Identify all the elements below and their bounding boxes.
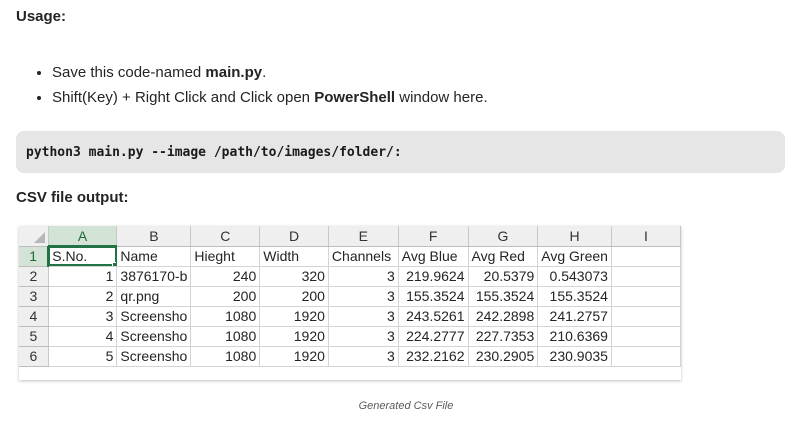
column-header-a: A — [48, 226, 118, 247]
cell: 320 — [259, 266, 329, 287]
cell: 241.2757 — [537, 306, 612, 327]
cell: Avg Green — [537, 246, 612, 267]
cell: qr.png — [116, 286, 192, 307]
cell: 200 — [259, 286, 329, 307]
step-text: Save this code-named — [52, 64, 206, 81]
cell: 0.543073 — [537, 266, 612, 287]
cell: 242.2898 — [468, 306, 539, 327]
cell: 230.2905 — [468, 346, 539, 367]
row-header: 1 — [19, 246, 50, 267]
spreadsheet-grid: A B C D E F G H I 1 S.No. Name Hieght Wi… — [19, 226, 682, 367]
cell: 3 — [48, 306, 118, 327]
cell: 3 — [328, 326, 399, 347]
row-header: 5 — [19, 326, 49, 347]
cell: Channels — [328, 246, 399, 267]
step-text: Shift(Key) + Right Click and Click open — [52, 89, 315, 106]
cell: Name — [116, 246, 192, 267]
column-header-i: I — [611, 226, 682, 247]
cell: 1080 — [190, 326, 261, 347]
cell: 3 — [328, 346, 399, 367]
code-block[interactable]: python3 main.py --image /path/to/images/… — [16, 131, 785, 173]
cell — [611, 286, 682, 307]
csv-heading: CSV file output: — [16, 189, 129, 206]
cell: 3 — [328, 266, 399, 287]
cell: 3 — [328, 306, 399, 327]
step-text: window here. — [395, 89, 488, 106]
cell: 3876170-b — [116, 266, 192, 287]
row-header: 3 — [19, 286, 49, 307]
column-header-f: F — [398, 226, 469, 247]
cell: Screensho — [116, 346, 192, 367]
select-all-corner — [19, 226, 49, 247]
cell: 155.3524 — [398, 286, 469, 307]
table-row: 3 2 qr.png 200 200 3 155.3524 155.3524 1… — [19, 286, 682, 307]
code-command[interactable]: python3 main.py --image /path/to/images/… — [26, 145, 402, 160]
cell: 5 — [48, 346, 118, 367]
step-bold-text: PowerShell — [314, 89, 396, 106]
cell: 232.2162 — [398, 346, 469, 367]
cell: 20.5379 — [468, 266, 539, 287]
cell: 224.2777 — [398, 326, 469, 347]
cell: 243.5261 — [398, 306, 469, 327]
cell: Width — [259, 246, 329, 267]
row-header: 2 — [19, 266, 49, 287]
cell: Screensho — [116, 326, 192, 347]
column-header-g: G — [468, 226, 539, 247]
table-row: 6 5 Screensho 1080 1920 3 232.2162 230.2… — [19, 346, 682, 367]
cell — [611, 346, 682, 367]
cell: 2 — [48, 286, 118, 307]
cell: 1920 — [259, 306, 329, 327]
step-bold-text: main.py — [205, 64, 263, 81]
row-header: 4 — [19, 306, 49, 327]
cell — [611, 246, 682, 267]
cell: 200 — [190, 286, 261, 307]
cell: 155.3524 — [468, 286, 539, 307]
list-item: Save this code-named main.py. — [52, 60, 488, 85]
row-header: 6 — [19, 346, 49, 367]
cell: Avg Red — [468, 246, 539, 267]
list-item: Shift(Key) + Right Click and Click open … — [52, 85, 488, 110]
usage-heading: Usage: — [16, 8, 67, 25]
cell: 1080 — [190, 346, 261, 367]
cell — [611, 266, 682, 287]
column-header-c: C — [190, 226, 261, 247]
cell: 1080 — [190, 306, 261, 327]
column-header-h: H — [537, 226, 612, 247]
cell: 1 — [48, 266, 118, 287]
cell — [611, 326, 682, 347]
table-row: 4 3 Screensho 1080 1920 3 243.5261 242.2… — [19, 306, 682, 327]
column-header-d: D — [259, 226, 329, 247]
cell: Hieght — [190, 246, 261, 267]
cell: 230.9035 — [537, 346, 612, 367]
usage-steps-list: Save this code-named main.py. Shift(Key)… — [30, 60, 488, 110]
column-header-e: E — [328, 226, 399, 247]
cell: 227.7353 — [468, 326, 539, 347]
cell: 1920 — [259, 346, 329, 367]
cell — [611, 306, 682, 327]
table-row: 5 4 Screensho 1080 1920 3 224.2777 227.7… — [19, 326, 682, 347]
step-text: . — [262, 64, 267, 81]
cell: S.No. — [48, 246, 118, 267]
cell: Screensho — [116, 306, 192, 327]
cell: 4 — [48, 326, 118, 347]
cell: 155.3524 — [537, 286, 612, 307]
image-caption: Generated Csv File — [358, 400, 454, 412]
cell: 219.9624 — [398, 266, 469, 287]
spreadsheet-image: A B C D E F G H I 1 S.No. Name Hieght Wi… — [19, 226, 682, 380]
cell: Avg Blue — [398, 246, 469, 267]
cell: 210.6369 — [537, 326, 612, 347]
cell: 3 — [328, 286, 399, 307]
cell: 240 — [190, 266, 261, 287]
table-row: 2 1 3876170-b 240 320 3 219.9624 20.5379… — [19, 266, 682, 287]
column-header-b: B — [116, 226, 192, 247]
cell: 1920 — [259, 326, 329, 347]
table-row: 1 S.No. Name Hieght Width Channels Avg B… — [19, 246, 682, 267]
